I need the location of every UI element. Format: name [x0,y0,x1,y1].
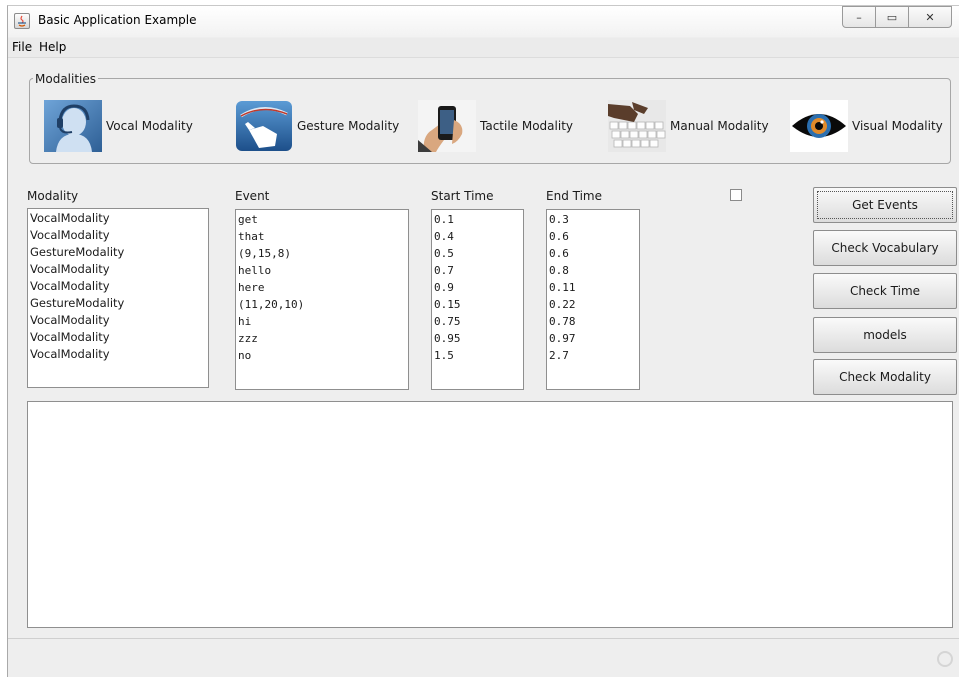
menu-file[interactable]: File [12,40,32,54]
list-item[interactable]: VocalModality [30,329,206,346]
tactile-modality-label: Tactile Modality [480,119,574,133]
event-column-label: Event [235,189,270,203]
vocal-modality-item[interactable]: Vocal Modality [44,100,193,152]
visual-modality-item[interactable]: Visual Modality [790,100,943,152]
title-bar: Basic Application Example – ▭ ✕ [8,6,959,37]
list-item[interactable]: 0.97 [549,330,637,347]
start-time-column-label: Start Time [431,189,494,203]
list-item[interactable]: no [238,347,406,364]
check-time-button[interactable]: Check Time [813,273,957,309]
list-item[interactable]: (9,15,8) [238,245,406,262]
list-item[interactable]: VocalModality [30,227,206,244]
output-text-area[interactable] [27,401,953,628]
minimize-icon: – [856,10,862,24]
modality-column-label: Modality [27,189,79,203]
list-item[interactable]: VocalModality [30,278,206,295]
list-item[interactable]: 1.5 [434,347,521,364]
list-item[interactable]: GestureModality [30,295,206,312]
list-item[interactable]: zzz [238,330,406,347]
list-item[interactable]: hi [238,313,406,330]
application-window: Basic Application Example – ▭ ✕ File Hel… [7,5,959,677]
event-list[interactable]: get that (9,15,8) hello here (11,20,10) hi zzz n… [235,209,409,390]
list-item[interactable]: that [238,228,406,245]
list-item[interactable]: 0.75 [434,313,521,330]
get-events-button[interactable]: Get Events [813,187,957,223]
tactile-modality-item[interactable]: Tactile Modality [418,100,573,152]
status-bar [8,638,959,678]
list-item[interactable]: get [238,211,406,228]
modalities-group-label: Modalities [33,72,99,86]
list-item[interactable]: VocalModality [30,346,206,363]
visual-modality-label: Visual Modality [852,119,943,133]
list-item[interactable]: 2.7 [549,347,637,364]
list-item[interactable]: GestureModality [30,244,206,261]
list-item[interactable]: 0.6 [549,228,637,245]
list-item[interactable]: 0.11 [549,279,637,296]
models-button[interactable]: models [813,317,957,353]
close-button[interactable]: ✕ [908,6,952,28]
check-vocabulary-button[interactable]: Check Vocabulary [813,230,957,266]
loading-indicator-icon [937,651,953,667]
keyboard-icon [608,100,666,152]
list-item[interactable]: VocalModality [30,312,206,329]
list-item[interactable]: 0.95 [434,330,521,347]
end-time-list[interactable]: 0.3 0.6 0.6 0.8 0.11 0.22 0.78 0.97 2.7 [546,209,640,390]
list-item[interactable]: 0.5 [434,245,521,262]
eye-icon [790,100,848,152]
menu-help[interactable]: Help [39,40,66,54]
window-title: Basic Application Example [38,13,197,27]
menu-bar: File Help [8,38,959,58]
maximize-button[interactable]: ▭ [875,6,909,28]
list-item[interactable]: 0.4 [434,228,521,245]
list-item[interactable]: 0.22 [549,296,637,313]
list-item[interactable]: here [238,279,406,296]
manual-modality-label: Manual Modality [670,119,769,133]
list-item[interactable]: VocalModality [30,261,206,278]
end-time-column-label: End Time [546,189,602,203]
touch-hand-icon [235,100,293,152]
list-item[interactable]: 0.78 [549,313,637,330]
smartphone-hand-icon [418,100,476,152]
option-checkbox[interactable] [730,189,742,201]
list-item[interactable]: VocalModality [30,210,206,227]
list-item[interactable]: 0.6 [549,245,637,262]
gesture-modality-label: Gesture Modality [297,119,400,133]
gesture-modality-item[interactable]: Gesture Modality [235,100,399,152]
list-item[interactable]: 0.15 [434,296,521,313]
list-item[interactable]: hello [238,262,406,279]
list-item[interactable]: 0.8 [549,262,637,279]
list-item[interactable]: 0.7 [434,262,521,279]
list-item[interactable]: (11,20,10) [238,296,406,313]
maximize-icon: ▭ [886,10,898,24]
check-modality-button[interactable]: Check Modality [813,359,957,395]
java-icon [14,13,30,29]
list-item[interactable]: 0.9 [434,279,521,296]
minimize-button[interactable]: – [842,6,876,28]
manual-modality-item[interactable]: Manual Modality [608,100,769,152]
headset-icon [44,100,102,152]
start-time-list[interactable]: 0.1 0.4 0.5 0.7 0.9 0.15 0.75 0.95 1.5 [431,209,524,390]
list-item[interactable]: 0.3 [549,211,637,228]
close-icon: ✕ [925,10,935,24]
modality-list[interactable]: VocalModality VocalModality GestureModalit… [27,208,209,388]
vocal-modality-label: Vocal Modality [106,119,193,133]
list-item[interactable]: 0.1 [434,211,521,228]
